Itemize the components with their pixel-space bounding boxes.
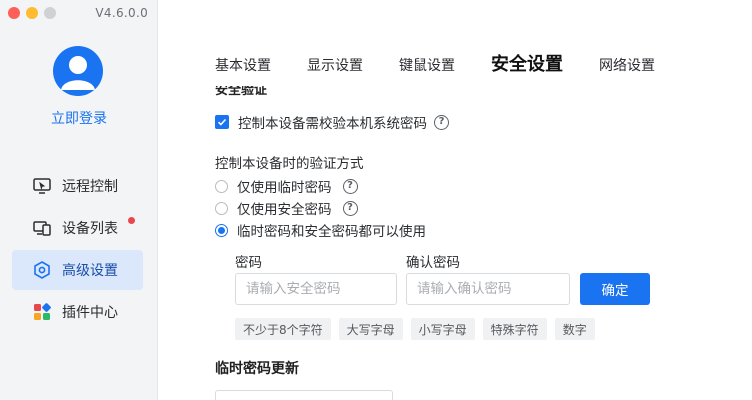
sidebar-nav: 远程控制 设备列表 高级设置 插件中心 (12, 166, 143, 334)
password-rule-chip: 特殊字符 (482, 318, 547, 340)
password-rule-chip: 大写字母 (338, 318, 403, 340)
user-avatar-icon[interactable] (53, 46, 103, 96)
plugin-center-icon (32, 302, 52, 322)
settings-panel: 基本设置 显示设置 键鼠设置 安全设置 网络设置 安全验证 控制本设备需校验本机… (158, 0, 752, 400)
verify-option-label: 仅使用安全密码 (237, 202, 332, 218)
radio-both[interactable] (215, 223, 228, 237)
sidebar-item-remote-control[interactable]: 远程控制 (12, 166, 143, 206)
sidebar-item-device-list[interactable]: 设备列表 (12, 208, 143, 248)
password-rule-chip: 小写字母 (410, 318, 475, 340)
password-rules: 不少于8个字符 大写字母 小写字母 特殊字符 数字 (235, 318, 595, 340)
advanced-settings-icon (32, 260, 52, 280)
tab-basic[interactable]: 基本设置 (215, 55, 271, 75)
password-rule-chip: 不少于8个字符 (235, 318, 331, 340)
confirm-password-input[interactable] (406, 273, 570, 305)
settings-tabs: 基本设置 显示设置 键鼠设置 安全设置 网络设置 (215, 50, 691, 76)
tab-security[interactable]: 安全设置 (491, 50, 563, 76)
minimize-window-button[interactable] (26, 7, 38, 19)
help-icon[interactable]: ? (434, 114, 449, 130)
confirm-button[interactable]: 确定 (580, 273, 650, 305)
remote-control-icon (32, 176, 52, 196)
password-label: 密码 (235, 255, 262, 271)
verify-option-label: 仅使用临时密码 (237, 180, 332, 196)
require-local-password-option[interactable]: 控制本设备需校验本机系统密码 ? (215, 112, 449, 132)
radio-temp-only[interactable] (215, 179, 228, 193)
tab-keyboard-mouse[interactable]: 键鼠设置 (399, 55, 455, 75)
verify-option-temp-only[interactable]: 仅使用临时密码 ? (215, 176, 358, 196)
password-rule-chip: 数字 (554, 318, 595, 340)
app-version: V4.6.0.0 (95, 6, 148, 20)
device-list-icon (32, 218, 52, 238)
verify-option-label: 临时密码和安全密码都可以使用 (237, 224, 426, 240)
sidebar: V4.6.0.0 立即登录 远程控制 设备列表 高级设置 插件中心 (0, 0, 158, 400)
window-controls (8, 7, 56, 19)
sidebar-item-label: 远程控制 (62, 179, 118, 195)
radio-secure-only[interactable] (215, 201, 228, 215)
verify-method-label: 控制本设备时的验证方式 (215, 156, 364, 172)
sidebar-item-label: 插件中心 (62, 305, 118, 321)
zoom-window-button[interactable] (44, 7, 56, 19)
require-local-password-checkbox[interactable] (215, 115, 229, 129)
require-local-password-label: 控制本设备需校验本机系统密码 (238, 116, 427, 132)
section-heading-security-verification: 安全验证 (215, 86, 268, 98)
sidebar-item-advanced-settings[interactable]: 高级设置 (12, 250, 143, 290)
sidebar-item-label: 设备列表 (62, 221, 118, 237)
sidebar-item-plugin-center[interactable]: 插件中心 (12, 292, 143, 332)
help-icon[interactable]: ? (342, 178, 358, 194)
password-input[interactable] (235, 273, 397, 305)
help-icon[interactable]: ? (342, 200, 358, 216)
verify-option-secure-only[interactable]: 仅使用安全密码 ? (215, 198, 358, 218)
close-window-button[interactable] (8, 7, 20, 19)
temp-password-update-title: 临时密码更新 (215, 361, 299, 377)
tab-network[interactable]: 网络设置 (599, 55, 655, 75)
temp-password-update-select[interactable] (215, 390, 393, 400)
tab-display[interactable]: 显示设置 (307, 55, 363, 75)
sidebar-item-label: 高级设置 (62, 263, 118, 279)
notification-badge (128, 217, 135, 224)
login-link[interactable]: 立即登录 (0, 108, 158, 128)
verify-option-both[interactable]: 临时密码和安全密码都可以使用 (215, 220, 426, 240)
confirm-password-label: 确认密码 (406, 255, 460, 271)
